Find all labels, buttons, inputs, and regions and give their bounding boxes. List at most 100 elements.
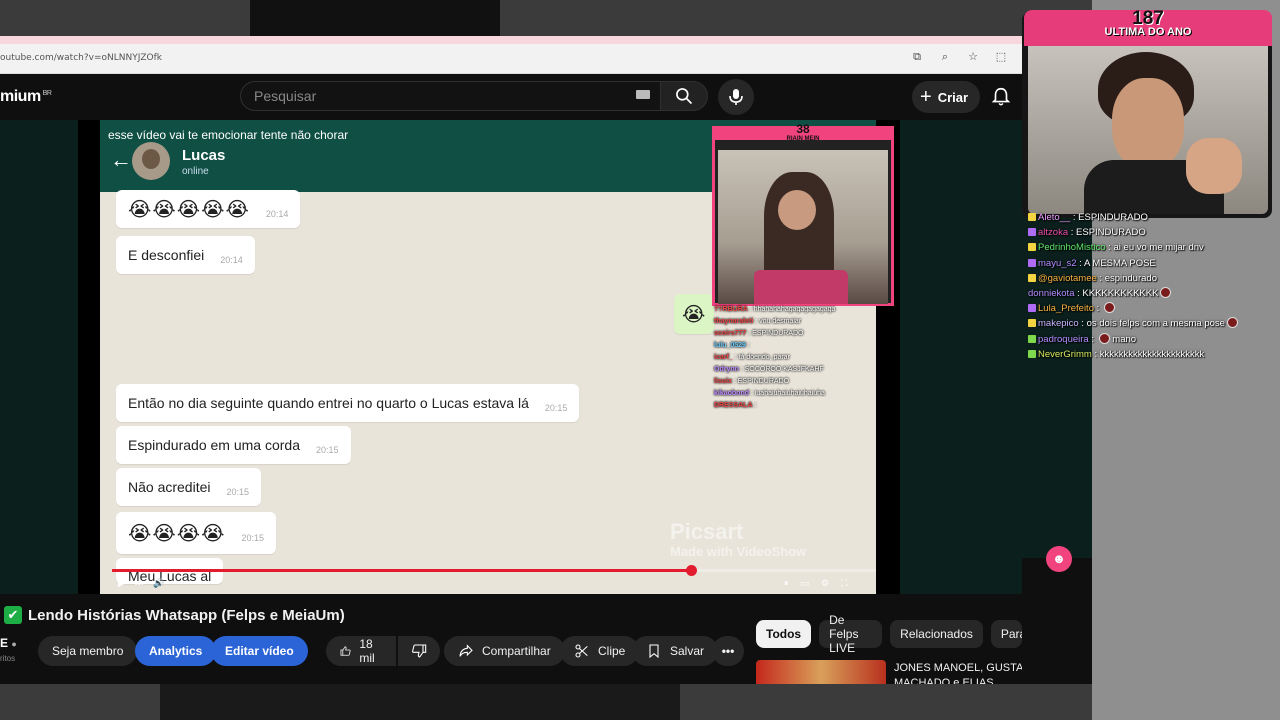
chat-message: @gaviotamee : espindurado <box>1028 271 1278 286</box>
share-button[interactable]: Compartilhar <box>444 636 565 666</box>
recommended-title[interactable]: JONES MANOEL, GUSTAVO MACHADO e ELIAS JA… <box>894 661 1022 684</box>
recommended-thumbnail[interactable] <box>756 660 886 684</box>
inner-facecam-face <box>778 190 816 230</box>
channel-subscribers: ritos <box>0 654 16 663</box>
search-button[interactable] <box>660 81 708 111</box>
progress-played[interactable] <box>112 569 692 572</box>
play-icon[interactable]: ▶ <box>118 578 125 589</box>
streamer-face <box>1112 78 1184 170</box>
volume-icon[interactable]: 🔊 <box>153 578 164 589</box>
inner-facecam-shirt <box>754 270 848 304</box>
clip-button[interactable]: Clipe <box>560 636 640 666</box>
chat-message: Lula_Prefeito : <box>1028 301 1278 316</box>
emote-icon <box>1160 287 1172 299</box>
badge-icon <box>1028 319 1036 328</box>
background-blur <box>250 0 500 36</box>
fullscreen-icon[interactable]: ⛶ <box>841 578 847 589</box>
inner-facecam-header: 38 RIAIN MEIN <box>712 120 894 150</box>
bookmark-icon <box>649 644 659 659</box>
chip-felps-live[interactable]: De Felps LIVE <box>819 613 883 655</box>
inner-stream-chat: ??RBURA : hhahahahagagagagagaga thaynara… <box>714 304 894 412</box>
address-bar-icons: ⧉ ⌕ ☆ ⬚ <box>910 50 1008 64</box>
extensions-icon[interactable]: ⬚ <box>994 50 1008 64</box>
progress-scrubber[interactable] <box>686 565 697 576</box>
channel-name[interactable]: E ● <box>0 636 17 650</box>
chip-for-you[interactable]: Para <box>990 620 1022 648</box>
youtube-logo[interactable]: mium BR <box>0 88 52 106</box>
badge-icon <box>1028 304 1036 313</box>
create-button[interactable]: + Criar <box>912 81 981 113</box>
contact-avatar <box>132 142 170 180</box>
inner-chat-line: Odrynn : SOCOROO KASJFKAHF <box>714 366 824 373</box>
scissors-icon <box>575 644 588 658</box>
zoom-icon[interactable]: ⌕ <box>938 50 952 64</box>
analytics-button[interactable]: Analytics <box>135 636 217 666</box>
badge-icon <box>1028 349 1036 358</box>
badge-icon <box>1028 334 1036 343</box>
stream-title: ULTIMA DO ANO <box>1104 26 1192 38</box>
chat-message: PedrinhoMistico : ai eu vo me mijar dnv <box>1028 240 1278 255</box>
inner-chat-line: ??RBURA : hhahahahagagagagagaga <box>714 306 836 313</box>
like-button[interactable]: 18 mil <box>326 636 396 666</box>
back-arrow-icon: ← <box>110 147 132 172</box>
edit-video-button[interactable]: Editar vídeo <box>211 636 308 666</box>
chat-bubble: Então no dia seguinte quando entrei no q… <box>116 384 580 422</box>
star-icon[interactable]: ☆ <box>966 50 980 64</box>
save-button[interactable]: Salvar <box>632 636 719 666</box>
share-icon <box>459 644 473 657</box>
chat-message: mayu_s2 : A MESMA POSE <box>1028 256 1278 271</box>
inner-chat-line: icarf_ : tá doendo, parar <box>714 354 790 361</box>
streamer-hand <box>1186 138 1242 194</box>
video-player[interactable]: esse vídeo vai te emocionar tente não ch… <box>78 120 900 594</box>
emote-icon <box>1098 332 1110 344</box>
chat-bubble: E desconfiei 20:14 <box>116 236 255 274</box>
chat-message: Aleto__ : ESPINDURADO <box>1028 210 1278 225</box>
inner-cam-number: 38 <box>796 122 810 136</box>
react-icon[interactable]: ☻ <box>1046 546 1072 572</box>
keyboard-icon[interactable] <box>636 90 650 99</box>
player-controls-left: ▶ ⏭ 🔊 <box>118 578 164 589</box>
progress-remaining[interactable] <box>692 569 876 572</box>
badge-icon <box>1028 213 1036 221</box>
chat-message: makepico : os dois felps com a mesma pos… <box>1028 316 1278 331</box>
emote-icon <box>1103 302 1115 314</box>
url-text[interactable]: outube.com/watch?v=oNLNNYJZOfk <box>0 53 162 63</box>
chat-message: altzoka : ESPINDURADO <box>1028 225 1278 240</box>
player-container: esse vídeo vai te emocionar tente não ch… <box>0 120 1022 594</box>
chat-bubble: Espindurado em uma corda 20:15 <box>116 426 351 464</box>
inner-cam-title: RIAIN MEIN <box>786 136 820 142</box>
youtube-header: miumBR + Criar <box>0 74 1022 120</box>
thumbs-up-icon <box>340 646 351 656</box>
badge-icon <box>1028 258 1036 267</box>
dislike-button[interactable] <box>398 636 440 666</box>
chat-bubble: Não acreditei 20:15 <box>116 468 262 506</box>
autoplay-icon[interactable]: ⏸ <box>784 578 789 589</box>
more-actions-button[interactable]: ••• <box>712 636 744 666</box>
video-title: ✔ Lendo Histórias Whatsapp (Felps e Meia… <box>4 606 345 624</box>
voice-search-button[interactable] <box>718 79 754 115</box>
search-input[interactable] <box>241 82 660 110</box>
create-label: Criar <box>937 89 969 105</box>
inner-chat-line: kikaobond : iuahaiuhaiuhaiuhaiuha <box>714 390 825 397</box>
video-info: ✔ Lendo Histórias Whatsapp (Felps e Meia… <box>0 594 1022 684</box>
outgoing-bubble: 😭 <box>674 294 715 334</box>
contact-name: Lucas <box>182 147 226 164</box>
thumbs-down-icon <box>412 644 427 658</box>
background-blur-bottom <box>160 684 680 720</box>
chip-all[interactable]: Todos <box>756 620 812 648</box>
browser-tabstrip <box>0 36 1022 44</box>
chip-related[interactable]: Relacionados <box>890 620 983 648</box>
cast-icon[interactable]: ⧉ <box>910 50 924 64</box>
search-box[interactable] <box>240 81 660 111</box>
join-button[interactable]: Seja membro <box>38 636 138 666</box>
recommendation-filters: Todos De Felps LIVE Relacionados Para <box>756 613 1022 655</box>
next-icon[interactable]: ⏭ <box>135 578 143 589</box>
address-bar[interactable]: outube.com/watch?v=oNLNNYJZOfk ⧉ ⌕ ☆ ⬚ <box>0 44 1022 74</box>
settings-icon[interactable]: ⚙ <box>821 578 829 589</box>
chat-message: NeverGrimm : kkkkkkkkkkkkkkkkkkkkkk <box>1028 347 1278 362</box>
plus-icon: + <box>920 86 932 108</box>
notifications-bell-icon[interactable] <box>990 86 1012 108</box>
verified-icon: ● <box>11 639 17 649</box>
subtitles-icon[interactable]: ▭ <box>801 578 810 589</box>
emote-icon <box>1226 317 1238 329</box>
